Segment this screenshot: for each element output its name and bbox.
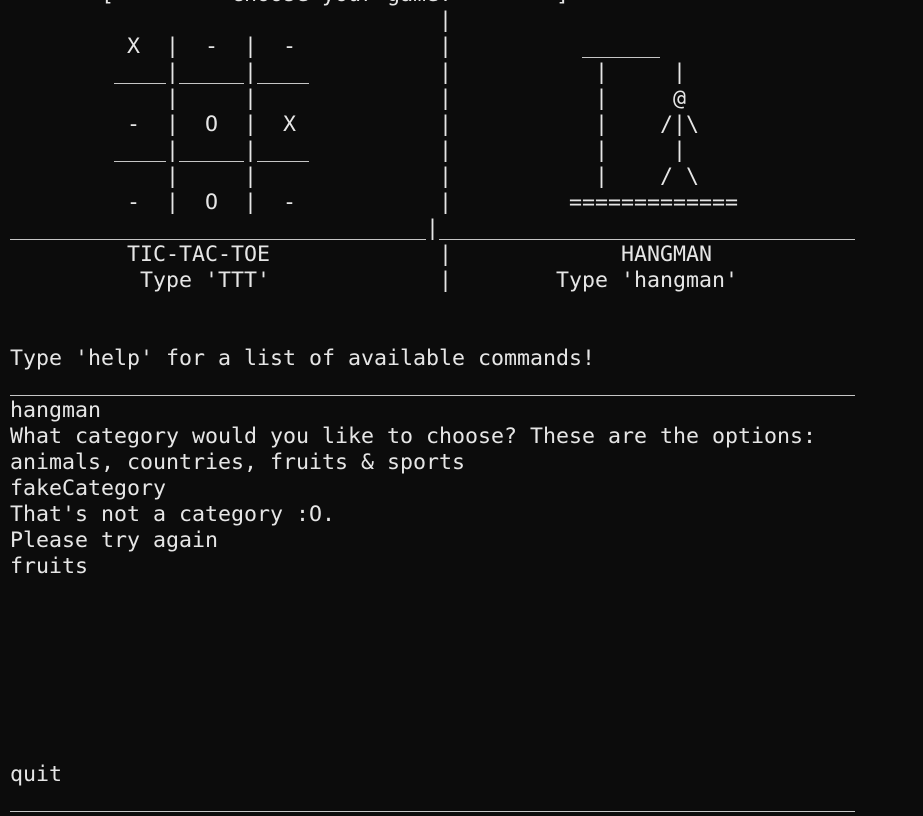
terminal-line: That's not a category :O. bbox=[10, 502, 336, 527]
terminal-line: Type 'TTT' | Type 'hangman' bbox=[10, 268, 739, 293]
terminal-line: ________________________________________… bbox=[10, 372, 856, 397]
terminal-line: quit bbox=[10, 762, 63, 787]
terminal-line: ____|_____|____ | | | bbox=[10, 60, 687, 85]
terminal-output: [ Choose your game! ] | X | - | - | ____… bbox=[10, 0, 920, 814]
terminal-line: - | O | X | | /|\ bbox=[10, 112, 700, 137]
terminal-line: Please try again bbox=[10, 528, 219, 553]
terminal-line: [ Choose your game! ] bbox=[10, 0, 920, 8]
terminal-line: hangman bbox=[10, 398, 102, 423]
terminal-line: | | | | / \ bbox=[10, 164, 700, 189]
terminal-line: X | - | - | ______ bbox=[10, 34, 661, 59]
terminal-line: animals, countries, fruits & sports bbox=[10, 450, 466, 475]
terminal-line: - | O | - | ============= bbox=[10, 190, 739, 215]
terminal-line: Type 'help' for a list of available comm… bbox=[10, 346, 596, 371]
terminal-line: ________________________________________… bbox=[10, 788, 856, 813]
terminal-line: ________________________________|_______… bbox=[10, 216, 856, 241]
terminal-line: | bbox=[10, 8, 453, 33]
terminal-line: fakeCategory bbox=[10, 476, 167, 501]
terminal-line: ____|_____|____ | | | bbox=[10, 138, 687, 163]
terminal-line: | | | | @ bbox=[10, 86, 687, 111]
terminal-line: What category would you like to choose? … bbox=[10, 424, 817, 449]
terminal-line: TIC-TAC-TOE | HANGMAN bbox=[10, 242, 713, 267]
terminal-line: fruits bbox=[10, 554, 89, 579]
